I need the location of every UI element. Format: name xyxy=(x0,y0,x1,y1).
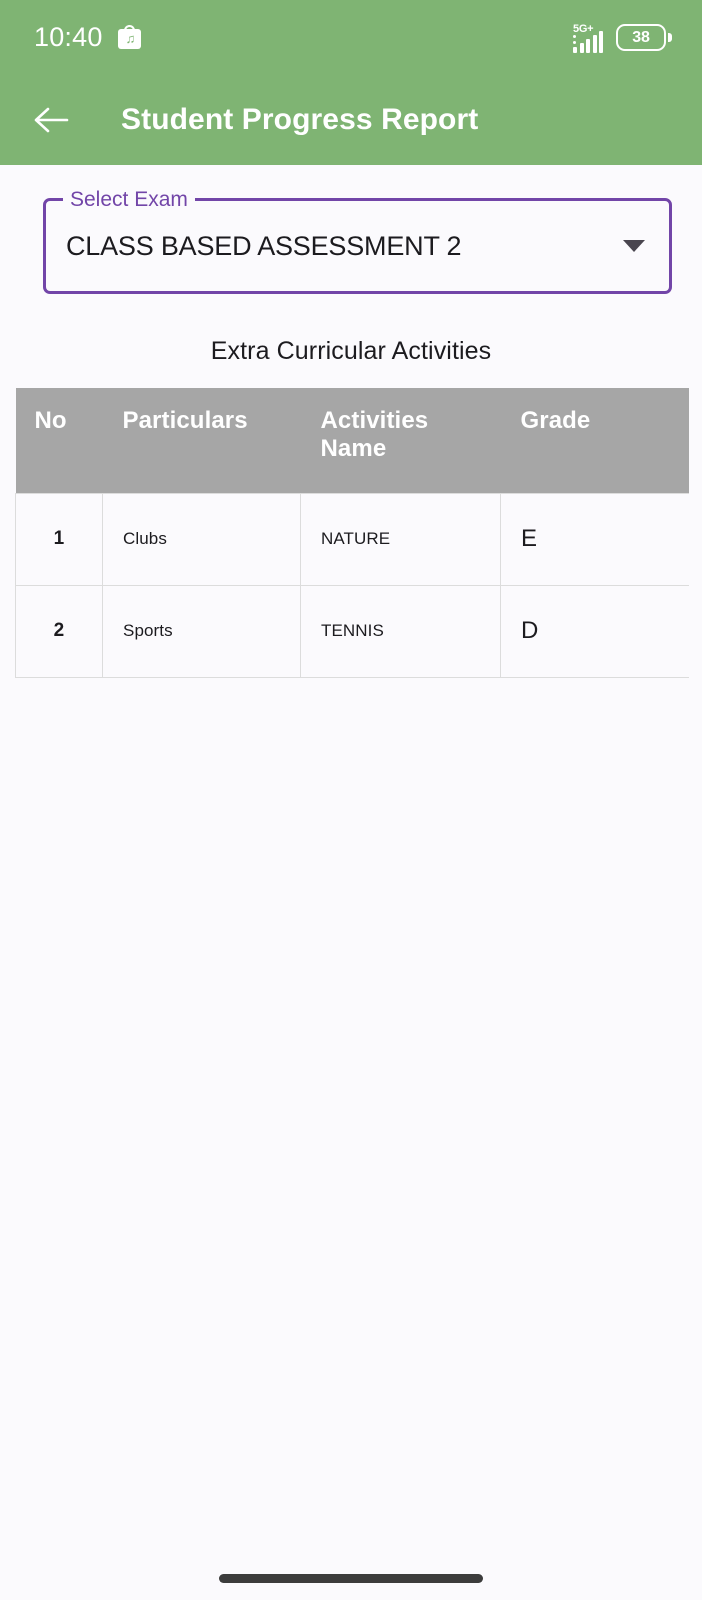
cell-grade: D xyxy=(500,584,689,678)
back-button[interactable] xyxy=(30,98,74,142)
column-header-no: No xyxy=(15,388,103,493)
status-bar: 10:40 ♫ 5G+ 38 xyxy=(0,0,702,75)
status-bar-left: 10:40 ♫ xyxy=(34,22,142,53)
table-header-row: No Particulars Activities Name Grade xyxy=(15,388,689,493)
cell-no: 2 xyxy=(15,584,103,678)
shop-bag-icon: ♫ xyxy=(117,25,142,50)
select-exam-label: Select Exam xyxy=(63,188,195,212)
battery-level-label: 38 xyxy=(632,28,650,46)
page-title: Student Progress Report xyxy=(121,103,479,136)
cell-no: 1 xyxy=(15,492,103,586)
cell-grade: E xyxy=(500,492,689,586)
notification-badge-glyph: ♫ xyxy=(125,31,136,46)
status-bar-right: 5G+ 38 xyxy=(573,23,672,53)
cell-activity: NATURE xyxy=(300,492,501,586)
table-row[interactable]: 1 Clubs NATURE E xyxy=(15,492,689,586)
extra-curricular-table: No Particulars Activities Name Grade 1 C… xyxy=(15,388,689,678)
table-header: No Particulars Activities Name Grade xyxy=(15,388,689,493)
column-header-activities-name: Activities Name xyxy=(300,388,501,493)
column-header-grade: Grade xyxy=(500,388,689,493)
gesture-navigation-bar xyxy=(0,1556,702,1600)
select-exam-value: CLASS BASED ASSESSMENT 2 xyxy=(66,230,462,261)
section-heading: Extra Curricular Activities xyxy=(210,337,492,365)
cell-activity: TENNIS xyxy=(300,584,501,678)
status-bar-clock: 10:40 xyxy=(34,22,103,52)
select-exam-dropdown[interactable]: Select Exam CLASS BASED ASSESSMENT 2 xyxy=(43,188,672,294)
column-header-particulars: Particulars xyxy=(102,388,301,493)
report-table-container: No Particulars Activities Name Grade 1 C… xyxy=(15,388,689,678)
signal-bars-icon: 5G+ xyxy=(573,23,603,53)
app-bar: Student Progress Report xyxy=(0,75,702,165)
cell-particulars: Clubs xyxy=(102,492,301,586)
arrow-left-icon xyxy=(34,107,69,133)
select-exam-section: Select Exam CLASS BASED ASSESSMENT 2 xyxy=(0,165,702,294)
table-body: 1 Clubs NATURE E 2 Sports TENNIS D xyxy=(15,492,689,678)
network-type-label: 5G+ xyxy=(573,22,594,35)
chevron-down-icon[interactable] xyxy=(623,240,645,252)
home-gesture-pill[interactable] xyxy=(219,1573,483,1583)
table-row[interactable]: 2 Sports TENNIS D xyxy=(15,584,689,678)
cell-particulars: Sports xyxy=(102,584,301,678)
battery-icon: 38 xyxy=(616,24,672,51)
